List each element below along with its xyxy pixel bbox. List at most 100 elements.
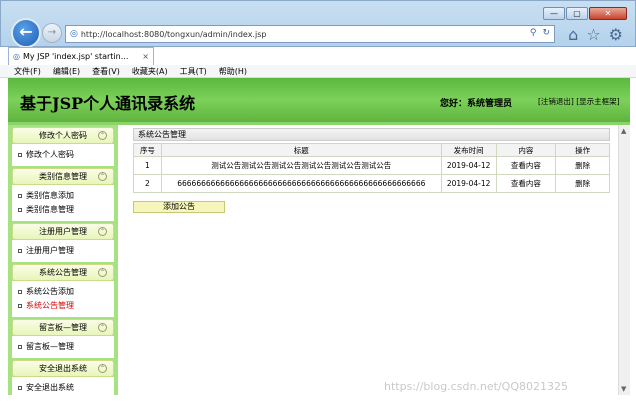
header-links: [注销退出] [显示主框架] (538, 96, 620, 107)
collapse-icon[interactable]: ⌃ (98, 172, 107, 181)
sidebar-group-logout[interactable]: 安全退出系统 ⌃ (12, 360, 114, 377)
sidebar-item-announcement-manage[interactable]: 系统公告管理 (18, 299, 114, 313)
favorites-star-icon[interactable]: ☆ (586, 25, 600, 44)
sidebar-group-category[interactable]: 类别信息管理 ⌃ (12, 168, 114, 185)
scroll-down-icon[interactable]: ▼ (621, 385, 626, 393)
menu-view[interactable]: 查看(V) (92, 66, 120, 77)
column-header: 发布时间 (440, 143, 497, 157)
cell-title: 测试公告测试公告测试公告测试公告测试公告测试公告 (160, 156, 442, 175)
column-header: 内容 (495, 143, 557, 157)
browser-titlebar: — ▢ ✕ ← → ◎ http://localhost:8080/tongxu… (0, 0, 636, 48)
bullet-icon (18, 207, 22, 212)
announcement-table: 序号 标题 发布时间 内容 操作 1 测试公告测试公告测试公告测试公告测试公告测… (133, 143, 610, 193)
close-button[interactable]: ✕ (589, 7, 627, 20)
tab-close-icon[interactable]: × (142, 52, 149, 61)
bullet-icon (18, 289, 22, 294)
search-icon[interactable]: ⚲ (530, 28, 537, 38)
cell-no: 1 (133, 156, 162, 175)
browser-toolbar-icons: ⌂ ☆ ⚙ (568, 25, 623, 44)
bullet-icon (18, 303, 22, 308)
sidebar-group-announcements[interactable]: 系统公告管理 ⌃ (12, 264, 114, 281)
sidebar-group-title: 注册用户管理 (39, 227, 87, 236)
tab-title: My JSP 'index.jsp' startin... (22, 52, 129, 61)
collapse-icon[interactable]: ⌃ (98, 364, 107, 373)
column-header: 操作 (555, 143, 610, 157)
bullet-icon (18, 193, 22, 198)
table-header-row: 序号 标题 发布时间 内容 操作 (133, 143, 610, 157)
logout-link[interactable]: [注销退出] (538, 97, 574, 106)
sidebar-item-category-add[interactable]: 类别信息添加 (18, 189, 114, 203)
sidebar-group-body: 注册用户管理 (12, 240, 114, 262)
menu-edit[interactable]: 编辑(E) (53, 66, 80, 77)
cell-date: 2019-04-12 (440, 156, 497, 175)
collapse-icon[interactable]: ⌃ (98, 227, 107, 236)
table-row: 2 66666666666666666666666666666666666666… (133, 174, 610, 193)
bullet-icon (18, 344, 22, 349)
sidebar-group-messages[interactable]: 留言板—管理 ⌃ (12, 319, 114, 336)
add-announcement-button[interactable]: 添加公告 (133, 201, 225, 213)
maximize-button[interactable]: ▢ (566, 7, 588, 20)
back-arrow-icon[interactable]: ← (11, 18, 41, 48)
bullet-icon (18, 152, 22, 157)
address-tools: ⚲ ↻ (530, 28, 550, 38)
page-icon: ◎ (70, 29, 78, 39)
address-bar[interactable]: ◎ http://localhost:8080/tongxun/admin/in… (65, 25, 555, 43)
address-url: http://localhost:8080/tongxun/admin/inde… (80, 29, 267, 39)
sidebar-group-users[interactable]: 注册用户管理 ⌃ (12, 223, 114, 240)
user-greeting: 您好：系统管理员 (440, 99, 513, 109)
page-header: 基于JSP个人通讯录系统 您好：系统管理员 [注销退出] [显示主框架] (8, 78, 630, 122)
view-content-link[interactable]: 查看内容 (495, 174, 557, 193)
bullet-icon (18, 248, 22, 253)
gear-icon[interactable]: ⚙ (609, 25, 623, 44)
sidebar-group-title: 安全退出系统 (39, 364, 87, 373)
browser-tab[interactable]: ◎ My JSP 'index.jsp' startin... × (8, 47, 154, 65)
show-main-frame-link[interactable]: [显示主框架] (576, 97, 619, 106)
panel-title: 系统公告管理 (133, 128, 610, 141)
menu-favorites[interactable]: 收藏夹(A) (132, 66, 168, 77)
sidebar-group-title: 留言板—管理 (39, 323, 87, 332)
sidebar-group-title: 类别信息管理 (39, 172, 87, 181)
sidebar-group-body: 修改个人密码 (12, 144, 114, 166)
forward-arrow-icon[interactable]: → (42, 23, 62, 43)
collapse-icon[interactable]: ⌃ (98, 268, 107, 277)
sidebar-group-title: 系统公告管理 (39, 268, 87, 277)
delete-link[interactable]: 删除 (555, 156, 610, 175)
watermark: https://blog.csdn.net/QQ8021325 (384, 380, 568, 393)
bullet-icon (18, 385, 22, 390)
window-controls: — ▢ ✕ (543, 7, 627, 20)
sidebar-group-password[interactable]: 修改个人密码 ⌃ (12, 127, 114, 144)
sidebar-item-message-manage[interactable]: 留言板—管理 (18, 340, 114, 354)
home-icon[interactable]: ⌂ (568, 25, 578, 44)
refresh-icon[interactable]: ↻ (542, 28, 550, 38)
sidebar-item-change-password[interactable]: 修改个人密码 (18, 148, 114, 162)
menu-tools[interactable]: 工具(T) (180, 66, 207, 77)
scroll-up-icon[interactable]: ▲ (621, 127, 626, 135)
sidebar-group-title: 修改个人密码 (39, 131, 87, 140)
collapse-icon[interactable]: ⌃ (98, 131, 107, 140)
sidebar-group-body: 系统公告添加 系统公告管理 (12, 281, 114, 317)
sidebar: 修改个人密码 ⌃ 修改个人密码 类别信息管理 ⌃ 类别信息添加 类别信息管理 注… (8, 125, 118, 395)
sidebar-item-announcement-add[interactable]: 系统公告添加 (18, 285, 114, 299)
sidebar-group-body: 类别信息添加 类别信息管理 (12, 185, 114, 221)
delete-link[interactable]: 删除 (555, 174, 610, 193)
cell-title: 6666666666666666666666666666666666666666… (160, 174, 442, 193)
view-content-link[interactable]: 查看内容 (495, 156, 557, 175)
collapse-icon[interactable]: ⌃ (98, 323, 107, 332)
table-row: 1 测试公告测试公告测试公告测试公告测试公告测试公告 2019-04-12 查看… (133, 156, 610, 175)
menu-bar: 文件(F) 编辑(E) 查看(V) 收藏夹(A) 工具(T) 帮助(H) (0, 65, 636, 78)
main-content: 系统公告管理 序号 标题 发布时间 内容 操作 1 测试公告测试公告测试公告测试… (118, 125, 618, 395)
cell-date: 2019-04-12 (440, 174, 497, 193)
sidebar-group-body: 安全退出系统 (12, 377, 114, 395)
cell-no: 2 (133, 174, 162, 193)
column-header: 标题 (160, 143, 442, 157)
menu-file[interactable]: 文件(F) (14, 66, 41, 77)
sidebar-item-category-manage[interactable]: 类别信息管理 (18, 203, 114, 217)
tab-page-icon: ◎ (13, 52, 20, 61)
sidebar-item-safe-logout[interactable]: 安全退出系统 (18, 381, 114, 395)
scrollbar[interactable]: ▲ ▼ (618, 125, 630, 395)
menu-help[interactable]: 帮助(H) (219, 66, 247, 77)
page-title: 基于JSP个人通讯录系统 (20, 94, 196, 113)
sidebar-group-body: 留言板—管理 (12, 336, 114, 358)
sidebar-item-user-manage[interactable]: 注册用户管理 (18, 244, 114, 258)
minimize-button[interactable]: — (543, 7, 565, 20)
